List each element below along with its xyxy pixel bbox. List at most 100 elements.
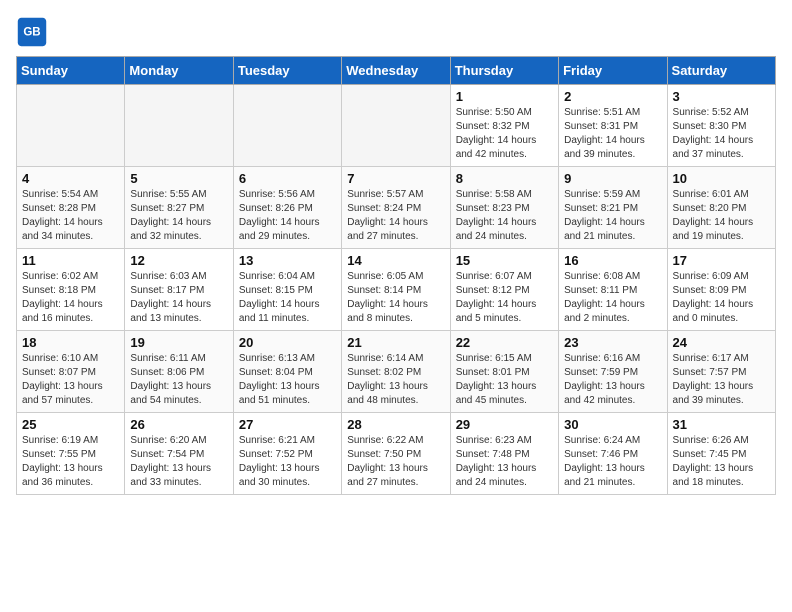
- calendar-cell: 20 Sunrise: 6:13 AMSunset: 8:04 PMDayligh…: [233, 331, 341, 413]
- calendar-cell: 30 Sunrise: 6:24 AMSunset: 7:46 PMDayligh…: [559, 413, 667, 495]
- day-number: 21: [347, 335, 444, 350]
- calendar-cell: 15Sunrise: 6:07 AMSunset: 8:12 PMDayligh…: [450, 249, 558, 331]
- day-number: 27: [239, 417, 336, 432]
- calendar-body: 1Sunrise: 5:50 AMSunset: 8:32 PMDaylight…: [17, 85, 776, 495]
- day-number: 17: [673, 253, 770, 268]
- calendar: SundayMondayTuesdayWednesdayThursdayFrid…: [16, 56, 776, 495]
- calendar-cell: 29 Sunrise: 6:23 AMSunset: 7:48 PMDayligh…: [450, 413, 558, 495]
- day-number: 18: [22, 335, 119, 350]
- day-info: Sunrise: 6:08 AMSunset: 8:11 PMDaylight:…: [564, 270, 661, 326]
- weekday-sunday: Sunday: [17, 57, 125, 85]
- day-info: Sunrise: 5:59 AMSunset: 8:21 PMDaylight:…: [564, 188, 661, 244]
- calendar-cell: 31 Sunrise: 6:26 AMSunset: 7:45 PMDayligh…: [667, 413, 775, 495]
- day-info: Sunrise: 5:54 AMSunset: 8:28 PMDaylight:…: [22, 188, 119, 244]
- day-info: Sunrise: 6:26 AMSunset: 7:45 PMDaylight:…: [673, 434, 770, 490]
- weekday-friday: Friday: [559, 57, 667, 85]
- day-info: Sunrise: 6:24 AMSunset: 7:46 PMDaylight:…: [564, 434, 661, 490]
- day-number: 8: [456, 171, 553, 186]
- day-number: 12: [130, 253, 227, 268]
- calendar-cell: 28 Sunrise: 6:22 AMSunset: 7:50 PMDayligh…: [342, 413, 450, 495]
- calendar-cell: 25Sunrise: 6:19 AMSunset: 7:55 PMDayligh…: [17, 413, 125, 495]
- day-info: Sunrise: 6:01 AMSunset: 8:20 PMDaylight:…: [673, 188, 770, 244]
- calendar-cell: [233, 85, 341, 167]
- week-row-3: 18 Sunrise: 6:10 AMSunset: 8:07 PMDayligh…: [17, 331, 776, 413]
- calendar-cell: 17 Sunrise: 6:09 AMSunset: 8:09 PMDayligh…: [667, 249, 775, 331]
- weekday-wednesday: Wednesday: [342, 57, 450, 85]
- day-info: Sunrise: 6:13 AMSunset: 8:04 PMDaylight:…: [239, 352, 336, 408]
- day-info: Sunrise: 5:52 AMSunset: 8:30 PMDaylight:…: [673, 106, 770, 162]
- calendar-cell: [125, 85, 233, 167]
- day-info: Sunrise: 5:56 AMSunset: 8:26 PMDaylight:…: [239, 188, 336, 244]
- day-number: 7: [347, 171, 444, 186]
- day-info: Sunrise: 6:16 AMSunset: 7:59 PMDaylight:…: [564, 352, 661, 408]
- day-info: Sunrise: 6:15 AMSunset: 8:01 PMDaylight:…: [456, 352, 553, 408]
- calendar-cell: 26 Sunrise: 6:20 AMSunset: 7:54 PMDayligh…: [125, 413, 233, 495]
- day-number: 13: [239, 253, 336, 268]
- day-number: 30: [564, 417, 661, 432]
- day-info: Sunrise: 6:02 AMSunset: 8:18 PMDaylight:…: [22, 270, 119, 326]
- calendar-cell: 6 Sunrise: 5:56 AMSunset: 8:26 PMDaylight…: [233, 167, 341, 249]
- weekday-tuesday: Tuesday: [233, 57, 341, 85]
- week-row-1: 4 Sunrise: 5:54 AMSunset: 8:28 PMDaylight…: [17, 167, 776, 249]
- day-info: Sunrise: 6:10 AMSunset: 8:07 PMDaylight:…: [22, 352, 119, 408]
- day-number: 19: [130, 335, 227, 350]
- header: GB: [16, 16, 776, 48]
- calendar-cell: 24 Sunrise: 6:17 AMSunset: 7:57 PMDayligh…: [667, 331, 775, 413]
- day-number: 11: [22, 253, 119, 268]
- day-info: Sunrise: 6:07 AMSunset: 8:12 PMDaylight:…: [456, 270, 553, 326]
- day-number: 10: [673, 171, 770, 186]
- calendar-cell: 5 Sunrise: 5:55 AMSunset: 8:27 PMDaylight…: [125, 167, 233, 249]
- day-number: 22: [456, 335, 553, 350]
- logo-icon: GB: [16, 16, 48, 48]
- day-info: Sunrise: 5:58 AMSunset: 8:23 PMDaylight:…: [456, 188, 553, 244]
- calendar-cell: 14 Sunrise: 6:05 AMSunset: 8:14 PMDayligh…: [342, 249, 450, 331]
- day-info: Sunrise: 6:20 AMSunset: 7:54 PMDaylight:…: [130, 434, 227, 490]
- week-row-2: 11 Sunrise: 6:02 AMSunset: 8:18 PMDayligh…: [17, 249, 776, 331]
- calendar-cell: 21 Sunrise: 6:14 AMSunset: 8:02 PMDayligh…: [342, 331, 450, 413]
- day-number: 29: [456, 417, 553, 432]
- calendar-cell: 8 Sunrise: 5:58 AMSunset: 8:23 PMDaylight…: [450, 167, 558, 249]
- day-number: 5: [130, 171, 227, 186]
- day-info: Sunrise: 6:22 AMSunset: 7:50 PMDaylight:…: [347, 434, 444, 490]
- calendar-cell: 27 Sunrise: 6:21 AMSunset: 7:52 PMDayligh…: [233, 413, 341, 495]
- calendar-cell: 4 Sunrise: 5:54 AMSunset: 8:28 PMDaylight…: [17, 167, 125, 249]
- day-info: Sunrise: 6:21 AMSunset: 7:52 PMDaylight:…: [239, 434, 336, 490]
- day-number: 20: [239, 335, 336, 350]
- calendar-cell: 9 Sunrise: 5:59 AMSunset: 8:21 PMDaylight…: [559, 167, 667, 249]
- weekday-header: SundayMondayTuesdayWednesdayThursdayFrid…: [17, 57, 776, 85]
- day-number: 14: [347, 253, 444, 268]
- day-info: Sunrise: 6:19 AMSunset: 7:55 PMDaylight:…: [22, 434, 119, 490]
- day-info: Sunrise: 6:11 AMSunset: 8:06 PMDaylight:…: [130, 352, 227, 408]
- calendar-cell: 1Sunrise: 5:50 AMSunset: 8:32 PMDaylight…: [450, 85, 558, 167]
- day-info: Sunrise: 6:09 AMSunset: 8:09 PMDaylight:…: [673, 270, 770, 326]
- day-number: 6: [239, 171, 336, 186]
- calendar-cell: 11 Sunrise: 6:02 AMSunset: 8:18 PMDayligh…: [17, 249, 125, 331]
- day-info: Sunrise: 6:17 AMSunset: 7:57 PMDaylight:…: [673, 352, 770, 408]
- day-number: 31: [673, 417, 770, 432]
- calendar-cell: 16 Sunrise: 6:08 AMSunset: 8:11 PMDayligh…: [559, 249, 667, 331]
- day-number: 9: [564, 171, 661, 186]
- day-number: 1: [456, 89, 553, 104]
- day-info: Sunrise: 6:14 AMSunset: 8:02 PMDaylight:…: [347, 352, 444, 408]
- day-number: 26: [130, 417, 227, 432]
- day-info: Sunrise: 6:05 AMSunset: 8:14 PMDaylight:…: [347, 270, 444, 326]
- day-number: 3: [673, 89, 770, 104]
- day-number: 24: [673, 335, 770, 350]
- calendar-cell: 19 Sunrise: 6:11 AMSunset: 8:06 PMDayligh…: [125, 331, 233, 413]
- weekday-monday: Monday: [125, 57, 233, 85]
- day-info: Sunrise: 5:51 AMSunset: 8:31 PMDaylight:…: [564, 106, 661, 162]
- weekday-saturday: Saturday: [667, 57, 775, 85]
- day-number: 4: [22, 171, 119, 186]
- day-number: 28: [347, 417, 444, 432]
- day-number: 16: [564, 253, 661, 268]
- day-info: Sunrise: 6:03 AMSunset: 8:17 PMDaylight:…: [130, 270, 227, 326]
- calendar-cell: 10 Sunrise: 6:01 AMSunset: 8:20 PMDayligh…: [667, 167, 775, 249]
- day-info: Sunrise: 5:55 AMSunset: 8:27 PMDaylight:…: [130, 188, 227, 244]
- svg-text:GB: GB: [23, 27, 40, 39]
- calendar-cell: 7Sunrise: 5:57 AMSunset: 8:24 PMDaylight…: [342, 167, 450, 249]
- logo: GB: [16, 16, 52, 48]
- day-info: Sunrise: 6:23 AMSunset: 7:48 PMDaylight:…: [456, 434, 553, 490]
- calendar-cell: 22 Sunrise: 6:15 AMSunset: 8:01 PMDayligh…: [450, 331, 558, 413]
- weekday-thursday: Thursday: [450, 57, 558, 85]
- calendar-cell: 2Sunrise: 5:51 AMSunset: 8:31 PMDaylight…: [559, 85, 667, 167]
